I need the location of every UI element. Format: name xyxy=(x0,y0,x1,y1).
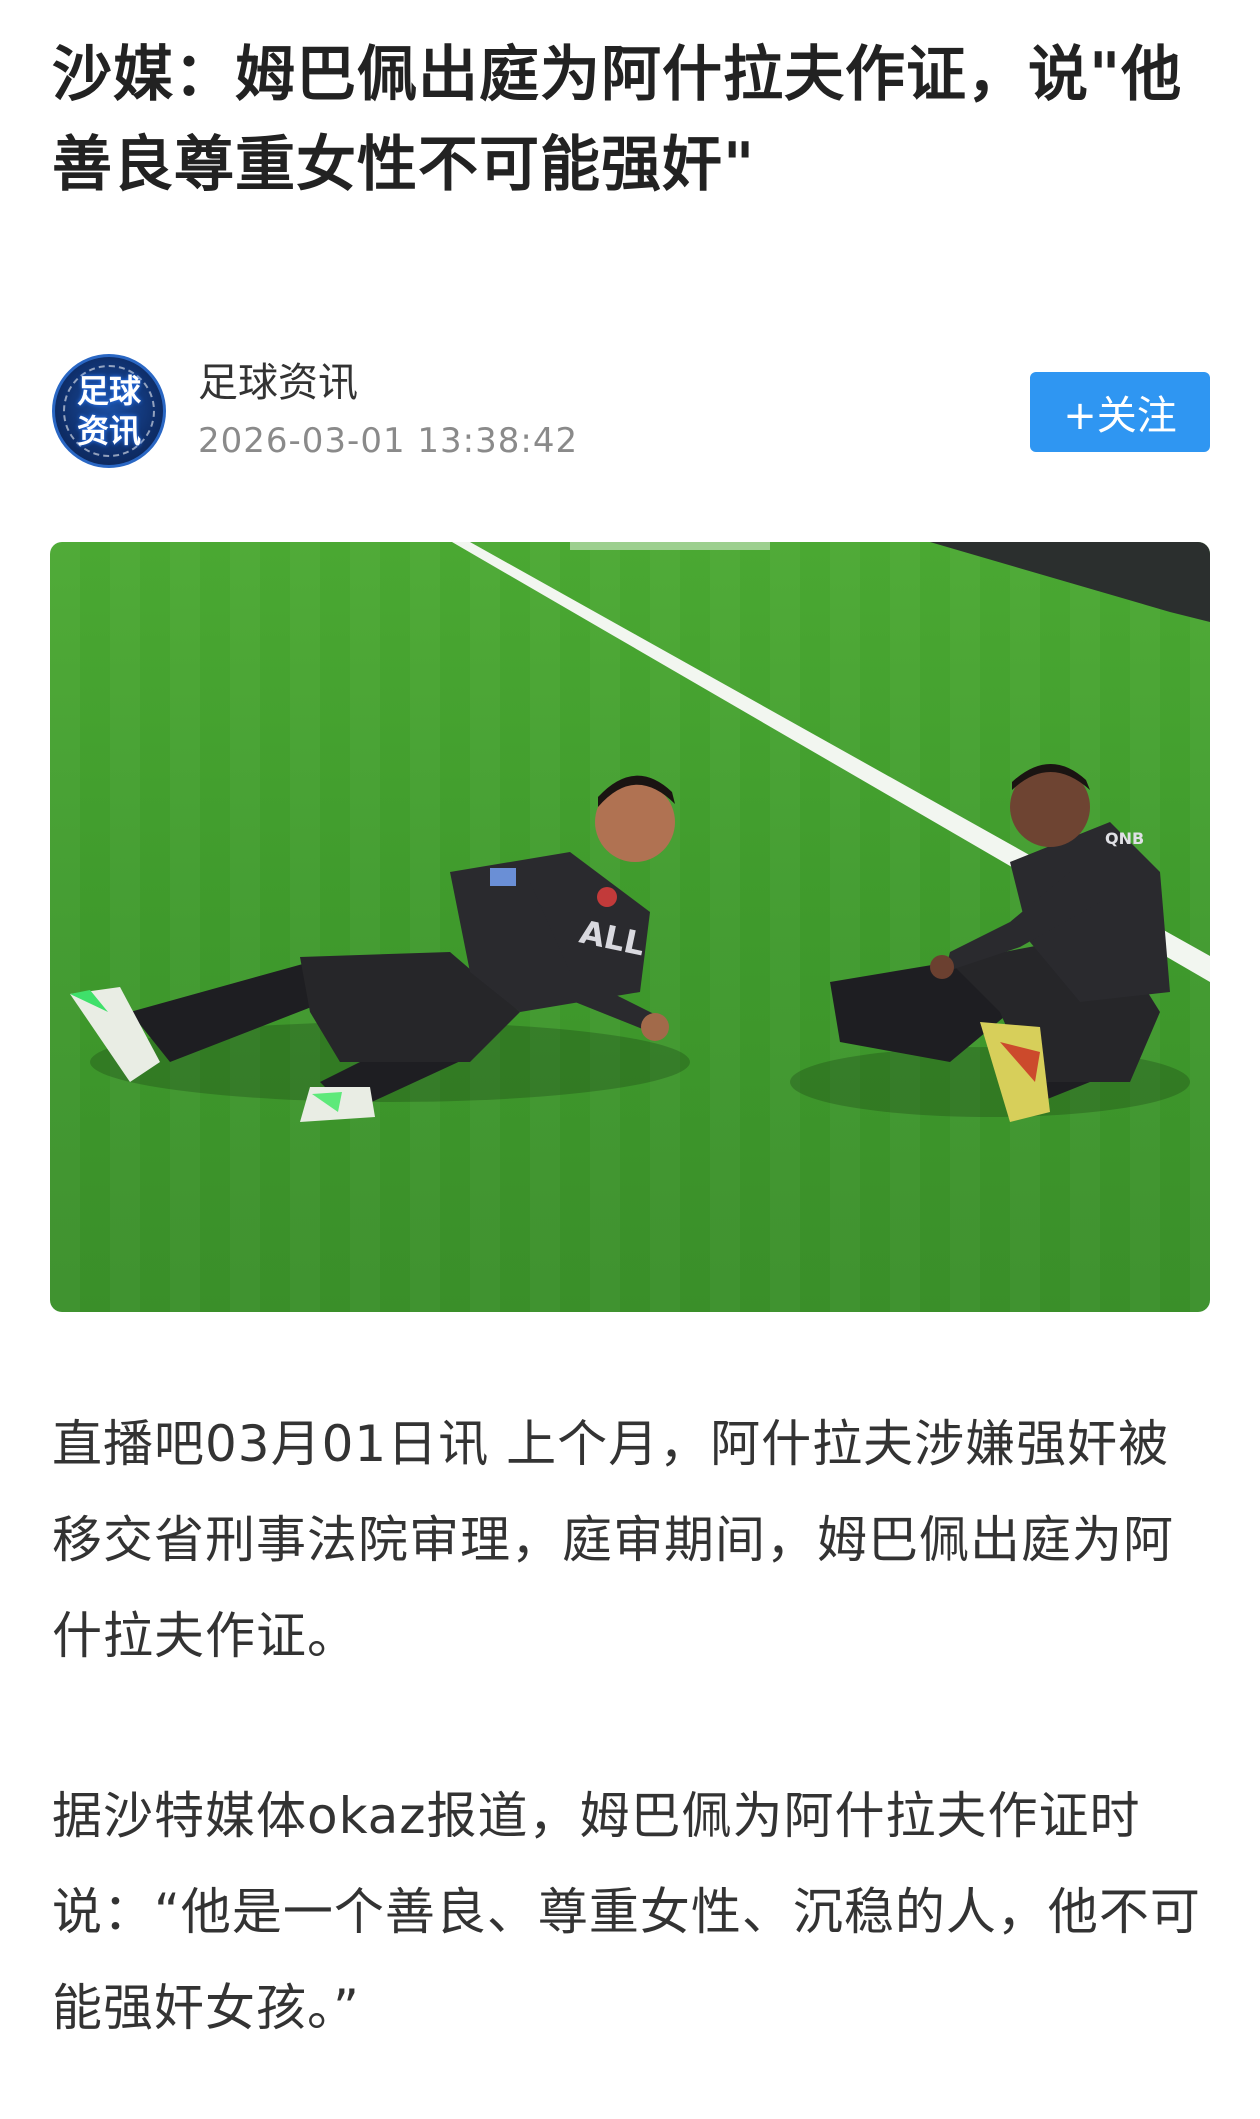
publish-time: 2026-03-01 13:38:42 xyxy=(198,421,579,461)
svg-text:QNB: QNB xyxy=(1105,829,1144,848)
author-bar: 足球 资讯 足球资讯 2026-03-01 13:38:42 +关注 xyxy=(52,352,1210,472)
article-paragraph: 据沙特媒体okaz报道，姆巴佩为阿什拉夫作证时说：“他是一个善良、尊重女性、沉稳… xyxy=(52,1787,1201,2037)
article-title: 沙媒：姆巴佩出庭为阿什拉夫作证，说"他善良尊重女性不可能强奸" xyxy=(52,40,1183,200)
article-paragraph: 直播吧03月01日讯 上个月，阿什拉夫涉嫌强奸被移交省刑事法院审理，庭审期间，姆… xyxy=(52,1415,1174,1665)
author-name[interactable]: 足球资讯 xyxy=(198,358,358,408)
photo-two-players-on-pitch-icon: ALL QNB xyxy=(50,542,1210,1312)
author-avatar[interactable]: 足球 资讯 xyxy=(52,354,166,468)
follow-button[interactable]: +关注 xyxy=(1030,372,1210,452)
avatar-logo-text-top: 足球 xyxy=(76,372,141,410)
article-photo[interactable]: ALL QNB xyxy=(50,542,1210,1312)
avatar-logo-text-bottom: 资讯 xyxy=(76,412,141,450)
